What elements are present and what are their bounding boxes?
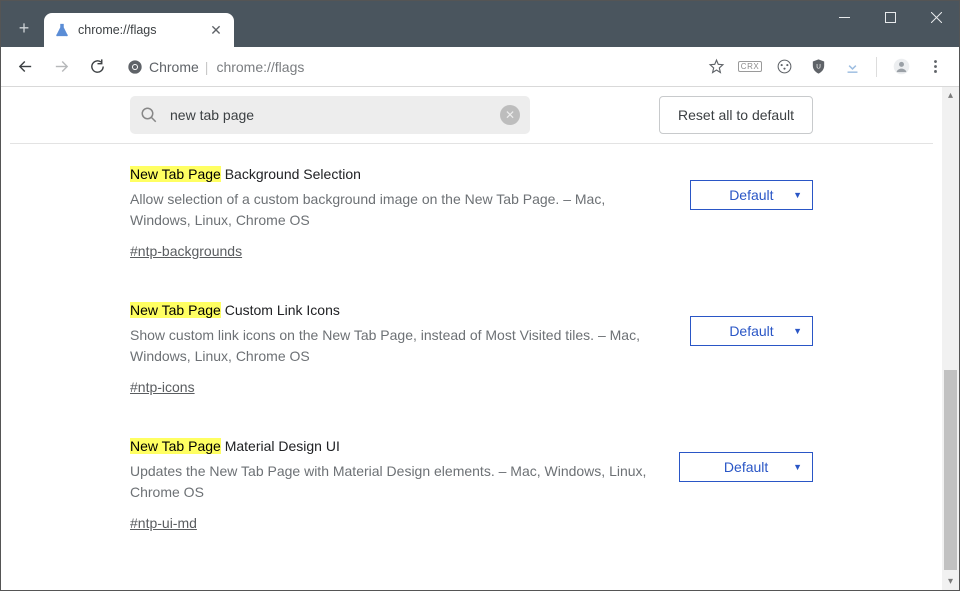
flag-select-dropdown[interactable]: Default (679, 452, 813, 482)
flag-item: New Tab Page Material Design UI Updates … (130, 436, 813, 534)
scrollbar-down-button[interactable]: ▾ (942, 573, 959, 590)
site-label: Chrome (149, 59, 199, 75)
scrollbar-up-button[interactable]: ▴ (942, 87, 959, 104)
reset-all-button[interactable]: Reset all to default (659, 96, 813, 134)
search-icon (140, 106, 158, 124)
address-bar[interactable]: Chrome | chrome://flags (117, 52, 696, 82)
flask-icon (54, 22, 70, 38)
flags-search-input[interactable] (168, 106, 490, 124)
flag-select-dropdown[interactable]: Default (690, 316, 813, 346)
flags-search-box[interactable]: ✕ (130, 96, 530, 134)
scrollbar-thumb[interactable] (944, 370, 957, 570)
omnibox-separator: | (205, 59, 209, 75)
svg-text:U: U (816, 64, 821, 71)
flags-header: ✕ Reset all to default (10, 87, 933, 144)
extension-shield-icon[interactable]: U (802, 51, 834, 83)
browser-toolbar: Chrome | chrome://flags CRX U (1, 47, 959, 87)
tab-title: chrome://flags (78, 23, 200, 37)
extension-circle-icon[interactable] (768, 51, 800, 83)
browser-tab[interactable]: chrome://flags ✕ (44, 13, 234, 47)
tab-close-button[interactable]: ✕ (208, 22, 224, 38)
flag-description: Allow selection of a custom background i… (130, 189, 670, 231)
flag-title: New Tab Page Custom Link Icons (130, 300, 670, 321)
flag-title: New Tab Page Background Selection (130, 164, 670, 185)
download-arrow-icon[interactable] (836, 51, 868, 83)
vertical-scrollbar[interactable]: ▴ ▾ (942, 87, 959, 590)
flag-item: New Tab Page Custom Link Icons Show cust… (130, 300, 813, 398)
search-clear-button[interactable]: ✕ (500, 105, 520, 125)
flag-item: New Tab Page Background Selection Allow … (130, 164, 813, 262)
window-minimize-button[interactable] (821, 1, 867, 33)
profile-avatar-button[interactable] (885, 51, 917, 83)
window-controls (821, 1, 959, 33)
bookmark-star-button[interactable] (700, 51, 732, 83)
extension-crx-icon[interactable]: CRX (734, 51, 766, 83)
flag-list: New Tab Page Background Selection Allow … (10, 144, 933, 590)
reload-button[interactable] (81, 51, 113, 83)
site-identity: Chrome | (127, 59, 208, 75)
url-text: chrome://flags (216, 59, 304, 75)
window-close-button[interactable] (913, 1, 959, 33)
tab-strip: + chrome://flags ✕ (1, 9, 959, 47)
chrome-icon (127, 59, 143, 75)
forward-button[interactable] (45, 51, 77, 83)
toolbar-separator (876, 57, 877, 77)
flag-anchor-link[interactable]: #ntp-ui-md (130, 513, 197, 534)
flag-description: Show custom link icons on the New Tab Pa… (130, 325, 670, 367)
flag-description: Updates the New Tab Page with Material D… (130, 461, 659, 503)
menu-button[interactable] (919, 51, 951, 83)
flag-anchor-link[interactable]: #ntp-icons (130, 377, 195, 398)
flag-anchor-link[interactable]: #ntp-backgrounds (130, 241, 242, 262)
new-tab-button[interactable]: + (9, 13, 39, 43)
window-titlebar (1, 1, 959, 9)
flag-select-dropdown[interactable]: Default (690, 180, 813, 210)
window-maximize-button[interactable] (867, 1, 913, 33)
page-content: ✕ Reset all to default New Tab Page Back… (1, 87, 959, 590)
flag-title: New Tab Page Material Design UI (130, 436, 659, 457)
back-button[interactable] (9, 51, 41, 83)
